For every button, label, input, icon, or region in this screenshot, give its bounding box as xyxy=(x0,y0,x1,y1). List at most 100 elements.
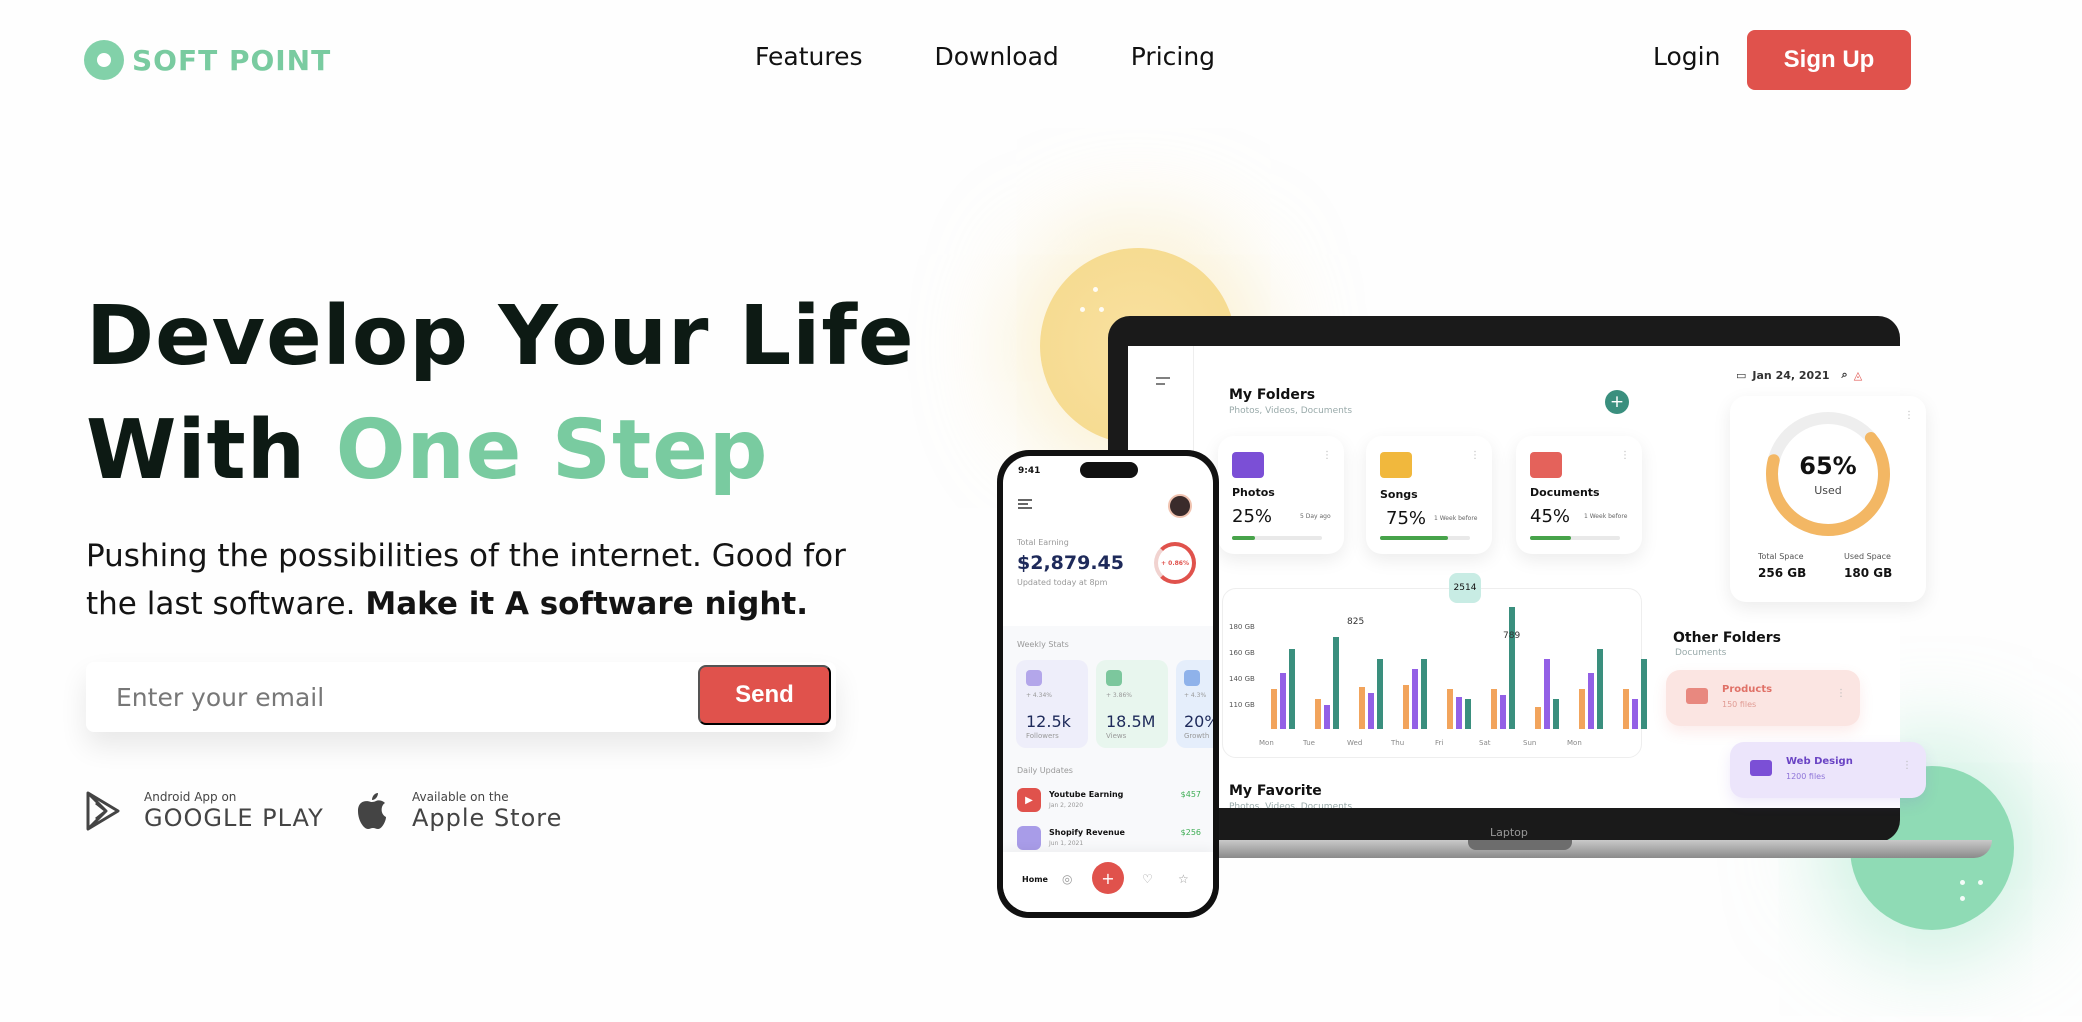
chart-bar xyxy=(1280,673,1286,729)
chart-bar xyxy=(1289,649,1295,729)
youtube-icon: ▶ xyxy=(1017,788,1041,812)
stat-value: 20% xyxy=(1184,712,1213,731)
folder-meta: 1 Week before xyxy=(1584,513,1628,520)
location-icon[interactable]: ◎ xyxy=(1062,872,1072,886)
ring-label: + 0.86% xyxy=(1161,559,1189,567)
more-icon[interactable]: ⋮ xyxy=(1620,450,1630,461)
stat-delta: + 3.86% xyxy=(1106,692,1132,699)
signup-button[interactable]: Sign Up xyxy=(1747,30,1911,90)
chart-bar xyxy=(1447,689,1453,729)
folder-meta: 1 Week before xyxy=(1434,515,1478,522)
main-nav: Features Download Pricing xyxy=(755,42,1215,71)
chart-x-label: Wed xyxy=(1347,739,1363,747)
folder-progress-fill xyxy=(1530,536,1571,540)
decor-dot xyxy=(1960,896,1965,901)
star-icon[interactable]: ☆ xyxy=(1178,872,1189,886)
update-name: Youtube Earning xyxy=(1049,790,1124,799)
decor-dot xyxy=(1093,287,1098,292)
send-button[interactable]: Send xyxy=(698,665,831,725)
chart-x-label: Thu xyxy=(1391,739,1405,747)
chart-x-label: Sat xyxy=(1479,739,1491,747)
stat-delta: + 4.34% xyxy=(1026,692,1052,699)
logo-text: SOFT POINT xyxy=(132,43,332,77)
other-folder-files: 1200 files xyxy=(1786,772,1826,781)
google-play-badge[interactable]: Android App on GOOGLE PLAY xyxy=(86,790,324,832)
chart-callout: 2514 xyxy=(1453,583,1477,593)
menu-icon[interactable] xyxy=(1156,376,1172,388)
folder-progress xyxy=(1380,536,1470,540)
shopify-icon xyxy=(1017,826,1041,850)
other-folder-products[interactable]: Products 150 files ⋮ xyxy=(1666,670,1860,726)
apple-store-badge[interactable]: Available on the Apple Store xyxy=(354,790,562,832)
add-folder-button[interactable]: + xyxy=(1605,390,1629,414)
chart-bar xyxy=(1579,689,1585,729)
folder-icon xyxy=(1232,452,1264,478)
chart-bar xyxy=(1491,689,1497,729)
folder-card-songs[interactable]: ⋮ Songs 75% 1 Week before xyxy=(1366,436,1492,554)
menu-icon[interactable] xyxy=(1018,498,1034,510)
chart-callout-highlight: 2514 xyxy=(1449,573,1481,603)
chart-bar xyxy=(1623,689,1629,729)
more-icon[interactable]: ⋮ xyxy=(1902,760,1912,771)
folder-card-photos[interactable]: ⋮ Photos 25% 5 Day ago xyxy=(1218,436,1344,554)
more-icon[interactable]: ⋮ xyxy=(1470,450,1480,461)
laptop-notch xyxy=(1468,840,1572,850)
stat-label: Followers xyxy=(1026,732,1059,740)
date-text: Jan 24, 2021 xyxy=(1752,368,1830,382)
usage-chart: 180 GB 160 GB 140 GB 110 GB Mon Tue Wed Thu Fri… xyxy=(1222,573,1647,758)
total-space-value: 256 GB xyxy=(1758,566,1807,580)
heart-icon[interactable]: ♡ xyxy=(1142,872,1153,886)
chart-bar xyxy=(1588,673,1594,729)
chart-bar xyxy=(1509,607,1515,729)
folder-icon xyxy=(1686,688,1708,704)
chart-x-label: Sun xyxy=(1523,739,1537,747)
folder-card-documents[interactable]: ⋮ Documents 45% 1 Week before xyxy=(1516,436,1642,554)
search-icon[interactable]: ⌕ xyxy=(1842,368,1848,382)
chart-bar xyxy=(1632,699,1638,729)
stat-icon xyxy=(1184,670,1200,686)
chart-bar xyxy=(1324,705,1330,729)
chart-bar xyxy=(1359,687,1365,729)
decor-dot xyxy=(1080,307,1085,312)
stat-card-views[interactable]: + 3.86% 18.5M Views xyxy=(1096,660,1168,748)
folder-percent: 25% xyxy=(1232,506,1273,527)
login-link[interactable]: Login xyxy=(1653,42,1720,71)
more-icon[interactable]: ⋮ xyxy=(1322,450,1332,461)
add-button[interactable]: + xyxy=(1092,862,1124,894)
hero-title: Develop Your Life With One Step xyxy=(86,280,915,508)
chart-bar xyxy=(1535,707,1541,729)
folders-title: My Folders xyxy=(1229,387,1316,403)
other-folder-name: Products xyxy=(1722,684,1773,695)
avatar[interactable] xyxy=(1168,494,1192,518)
folders-subtitle: Photos, Videos, Documents xyxy=(1229,406,1353,416)
more-icon[interactable]: ⋮ xyxy=(1904,410,1914,421)
tab-home[interactable]: Home xyxy=(1022,875,1048,884)
chart-bar xyxy=(1333,637,1339,729)
update-amount: $256 xyxy=(1180,828,1201,837)
chart-bar xyxy=(1412,669,1418,729)
stat-card-growth[interactable]: + 4.3% 20% Growth xyxy=(1176,660,1213,748)
folder-meta: 5 Day ago xyxy=(1300,513,1331,520)
stat-delta: + 4.3% xyxy=(1184,692,1207,699)
more-icon[interactable]: ⋮ xyxy=(1836,688,1846,699)
nav-features[interactable]: Features xyxy=(755,42,863,71)
earning-ring: + 0.86% xyxy=(1154,542,1196,584)
update-row[interactable]: ▶ Youtube Earning Jan 2, 2020 $457 xyxy=(1017,786,1207,814)
stat-value: 18.5M xyxy=(1106,712,1156,731)
stat-card-followers[interactable]: + 4.34% 12.5k Followers xyxy=(1016,660,1088,748)
logo-icon xyxy=(84,40,124,80)
nav-pricing[interactable]: Pricing xyxy=(1131,42,1215,71)
update-row[interactable]: Shopify Revenue Jun 1, 2021 $256 xyxy=(1017,824,1207,852)
chart-bar xyxy=(1641,659,1647,729)
brand-logo[interactable]: SOFT POINT xyxy=(84,38,331,82)
nav-download[interactable]: Download xyxy=(935,42,1059,71)
chart-y-label: 140 GB xyxy=(1229,675,1255,683)
folder-name: Documents xyxy=(1530,486,1600,499)
stat-icon xyxy=(1106,670,1122,686)
apple-icon xyxy=(358,793,386,829)
bell-icon[interactable]: ◬ xyxy=(1854,369,1862,382)
email-input[interactable] xyxy=(116,674,676,720)
chart-bar xyxy=(1465,699,1471,729)
storage-card: ⋮ 65% Used Total Space 256 GB Used Space… xyxy=(1730,396,1926,602)
other-folder-web-design[interactable]: Web Design 1200 files ⋮ xyxy=(1730,742,1926,798)
